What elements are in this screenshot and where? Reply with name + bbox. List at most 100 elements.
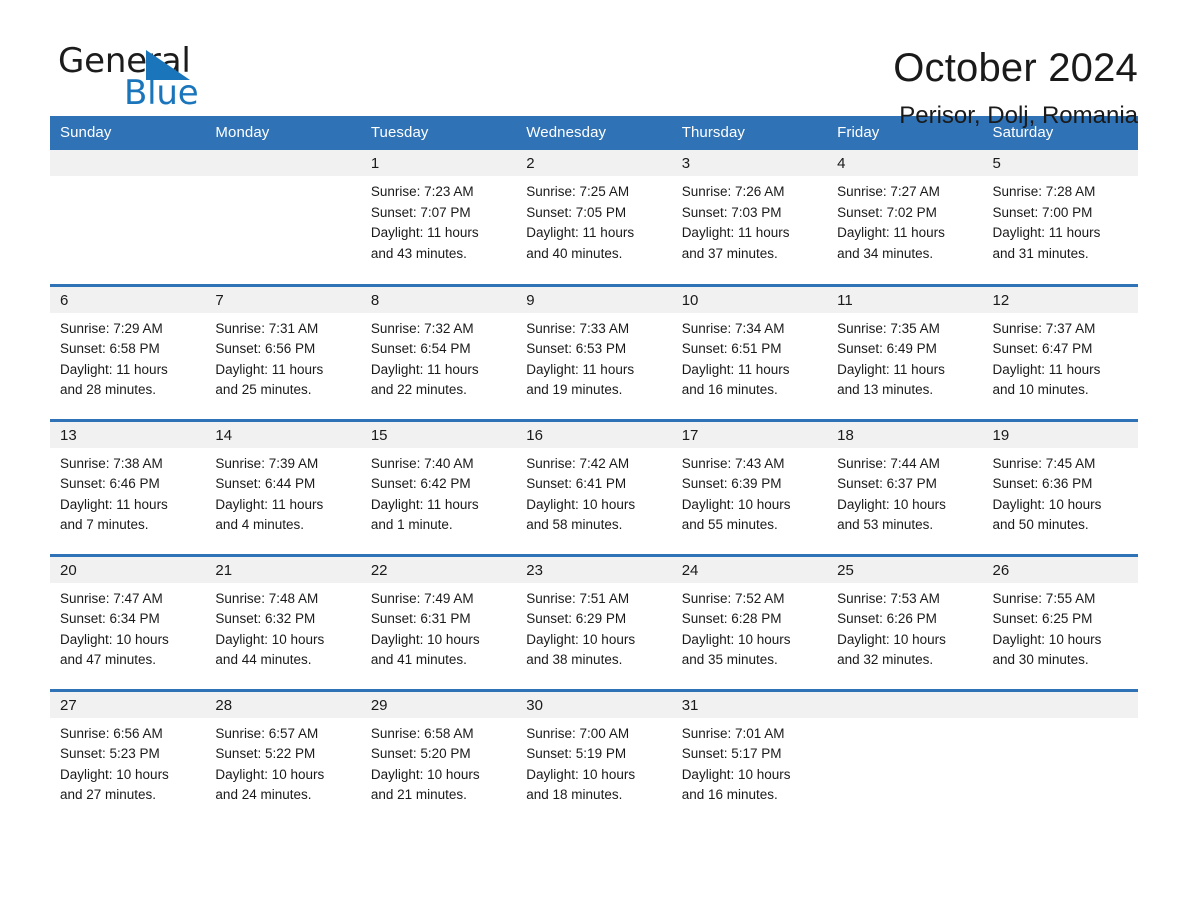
calendar-week-row: 27 Sunrise: 6:56 AM Sunset: 5:23 PM Dayligh… (50, 690, 1138, 825)
daylight-duration-line1: Daylight: 11 hours (370, 496, 479, 512)
sunrise-time: Sunrise: 7:35 AM (837, 320, 940, 336)
day-number: 12 (982, 286, 1138, 313)
sunset-time: Sunset: 7:05 PM (526, 204, 627, 220)
daylight-duration-line1: Daylight: 11 hours (681, 361, 790, 377)
sunrise-time: Sunrise: 7:43 AM (681, 455, 785, 471)
brand-logo[interactable]: General Blue (50, 44, 240, 116)
calendar-day-cell[interactable]: 21 Sunrise: 7:48 AM Sunset: 6:32 PM Dayligh… (205, 555, 361, 690)
sunset-time: Sunset: 6:32 PM (215, 611, 316, 627)
sunrise-time: Sunrise: 7:51 AM (526, 590, 630, 606)
calendar-day-cell[interactable]: 10 Sunrise: 7:34 AM Sunset: 6:51 PM Dayligh… (671, 285, 828, 420)
sunrise-time: Sunrise: 7:25 AM (526, 184, 630, 199)
calendar-day-cell[interactable]: 18 Sunrise: 7:44 AM Sunset: 6:37 PM Dayligh… (827, 420, 983, 555)
calendar-day-cell[interactable]: 28 Sunrise: 6:57 AM Sunset: 5:22 PM Dayligh… (205, 690, 361, 825)
daylight-duration-line2: and 58 minutes. (526, 517, 623, 533)
day-details: Sunrise: 7:37 AM Sunset: 6:47 PM Daylight:… (983, 313, 1138, 402)
calendar-day-cell[interactable]: 31 Sunrise: 7:01 AM Sunset: 5:17 PM Dayligh… (671, 690, 828, 825)
sunrise-time: Sunrise: 7:38 AM (60, 455, 163, 471)
daylight-duration-line1: Daylight: 11 hours (837, 361, 945, 377)
calendar-day-cell[interactable]: 15 Sunrise: 7:40 AM Sunset: 6:42 PM Dayligh… (360, 420, 517, 555)
day-number: 14 (205, 421, 361, 448)
calendar-day-cell[interactable]: 1 Sunrise: 7:23 AM Sunset: 7:07 PM Daylight… (360, 150, 517, 285)
calendar-day-cell[interactable]: 8 Sunrise: 7:32 AM Sunset: 6:54 PM Daylight… (360, 285, 517, 420)
daylight-duration-line2: and 41 minutes. (370, 652, 467, 668)
sunset-time: Sunset: 7:03 PM (681, 204, 782, 220)
sunset-time: Sunset: 6:58 PM (60, 341, 160, 357)
calendar-day-cell[interactable]: 6 Sunrise: 7:29 AM Sunset: 6:58 PM Daylight… (50, 285, 206, 420)
calendar-week-row: 20 Sunrise: 7:47 AM Sunset: 6:34 PM Dayligh… (50, 555, 1138, 690)
calendar-day-cell[interactable]: 27 Sunrise: 6:56 AM Sunset: 5:23 PM Dayligh… (50, 690, 206, 825)
calendar-day-cell[interactable]: 11 Sunrise: 7:35 AM Sunset: 6:49 PM Dayligh… (827, 285, 983, 420)
daylight-duration-line2: and 44 minutes. (215, 652, 312, 668)
calendar-day-cell[interactable]: 25 Sunrise: 7:53 AM Sunset: 6:26 PM Dayligh… (827, 555, 983, 690)
calendar-day-cell[interactable]: 26 Sunrise: 7:55 AM Sunset: 6:25 PM Dayligh… (982, 555, 1138, 690)
day-number: 11 (827, 286, 983, 313)
day-details: Sunrise: 7:31 AM Sunset: 6:56 PM Daylight:… (205, 313, 360, 402)
daylight-duration-line2: and 32 minutes. (837, 652, 934, 668)
calendar-day-cell[interactable]: 19 Sunrise: 7:45 AM Sunset: 6:36 PM Dayligh… (982, 420, 1138, 555)
day-number: 25 (827, 556, 983, 583)
daylight-duration-line2: and 22 minutes. (370, 382, 467, 398)
sunrise-time: Sunrise: 6:56 AM (60, 725, 163, 741)
day-number: 4 (827, 150, 983, 176)
calendar-day-cell[interactable]: 16 Sunrise: 7:42 AM Sunset: 6:41 PM Dayligh… (516, 420, 672, 555)
calendar-day-cell[interactable]: 9 Sunrise: 7:33 AM Sunset: 6:53 PM Daylight… (516, 285, 672, 420)
day-details: Sunrise: 7:35 AM Sunset: 6:49 PM Daylight:… (827, 313, 982, 402)
day-number: 7 (205, 286, 361, 313)
calendar-day-cell[interactable]: 14 Sunrise: 7:39 AM Sunset: 6:44 PM Dayligh… (205, 420, 361, 555)
page-header: General Blue October 2024 Perisor, Dolj,… (50, 0, 1138, 129)
calendar-day-cell-empty (205, 150, 361, 285)
day-number: 16 (516, 421, 672, 448)
sunset-time: Sunset: 6:36 PM (992, 476, 1093, 492)
weekday-header-sunday: Sunday (50, 116, 206, 150)
calendar-day-cell[interactable]: 20 Sunrise: 7:47 AM Sunset: 6:34 PM Dayligh… (50, 555, 206, 690)
daylight-duration-line2: and 31 minutes. (992, 245, 1089, 261)
daylight-duration-line1: Daylight: 10 hours (526, 496, 636, 512)
sunset-time: Sunset: 6:34 PM (60, 611, 160, 627)
sunset-time: Sunset: 6:39 PM (681, 476, 782, 492)
sunset-time: Sunset: 6:26 PM (837, 611, 937, 627)
daylight-duration-line2: and 27 minutes. (60, 787, 157, 803)
calendar-day-cell[interactable]: 13 Sunrise: 7:38 AM Sunset: 6:46 PM Dayligh… (50, 420, 206, 555)
daylight-duration-line1: Daylight: 11 hours (215, 496, 324, 512)
day-details: Sunrise: 7:39 AM Sunset: 6:44 PM Daylight:… (205, 448, 360, 537)
sunrise-time: Sunrise: 7:52 AM (681, 590, 785, 606)
daylight-duration-line1: Daylight: 10 hours (526, 766, 636, 782)
calendar-day-cell[interactable]: 17 Sunrise: 7:43 AM Sunset: 6:39 PM Dayligh… (671, 420, 828, 555)
sunrise-time: Sunrise: 7:28 AM (992, 184, 1096, 199)
sunrise-time: Sunrise: 7:27 AM (837, 184, 940, 199)
daylight-duration-line1: Daylight: 11 hours (837, 225, 945, 241)
sunrise-time: Sunrise: 7:29 AM (60, 320, 163, 336)
day-details: Sunrise: 7:52 AM Sunset: 6:28 PM Daylight:… (672, 583, 827, 672)
calendar-day-cell[interactable]: 12 Sunrise: 7:37 AM Sunset: 6:47 PM Dayligh… (982, 285, 1138, 420)
daylight-duration-line1: Daylight: 11 hours (215, 361, 324, 377)
daylight-duration-line2: and 4 minutes. (215, 517, 304, 533)
calendar-day-cell[interactable]: 22 Sunrise: 7:49 AM Sunset: 6:31 PM Dayligh… (360, 555, 517, 690)
daylight-duration-line2: and 19 minutes. (526, 382, 623, 398)
daylight-duration-line2: and 16 minutes. (681, 787, 778, 803)
calendar-day-cell[interactable]: 3 Sunrise: 7:26 AM Sunset: 7:03 PM Daylight… (671, 150, 828, 285)
calendar-day-cell[interactable]: 4 Sunrise: 7:27 AM Sunset: 7:02 PM Daylight… (827, 150, 983, 285)
sunrise-time: Sunrise: 7:47 AM (60, 590, 163, 606)
sunset-time: Sunset: 7:07 PM (370, 204, 471, 220)
day-number: 9 (516, 286, 672, 313)
calendar-day-cell[interactable]: 29 Sunrise: 6:58 AM Sunset: 5:20 PM Dayligh… (360, 690, 517, 825)
calendar-day-cell[interactable]: 23 Sunrise: 7:51 AM Sunset: 6:29 PM Dayligh… (516, 555, 672, 690)
sunset-time: Sunset: 6:31 PM (370, 611, 471, 627)
day-details: Sunrise: 7:44 AM Sunset: 6:37 PM Daylight:… (827, 448, 982, 537)
calendar-day-cell[interactable]: 24 Sunrise: 7:52 AM Sunset: 6:28 PM Dayligh… (671, 555, 828, 690)
calendar-week-row: 6 Sunrise: 7:29 AM Sunset: 6:58 PM Daylight… (50, 285, 1138, 420)
day-number: 15 (360, 421, 517, 448)
day-details: Sunrise: 7:38 AM Sunset: 6:46 PM Daylight:… (50, 448, 205, 537)
calendar-day-cell[interactable]: 7 Sunrise: 7:31 AM Sunset: 6:56 PM Daylight… (205, 285, 361, 420)
calendar-day-cell[interactable]: 30 Sunrise: 7:00 AM Sunset: 5:19 PM Dayligh… (516, 690, 672, 825)
day-number: 23 (516, 556, 672, 583)
sunrise-time: Sunrise: 7:53 AM (837, 590, 940, 606)
day-details: Sunrise: 7:01 AM Sunset: 5:17 PM Daylight:… (672, 718, 827, 807)
sunset-time: Sunset: 5:17 PM (681, 746, 782, 762)
daylight-duration-line2: and 30 minutes. (992, 652, 1089, 668)
calendar-day-cell[interactable]: 5 Sunrise: 7:28 AM Sunset: 7:00 PM Daylight… (982, 150, 1138, 285)
sunrise-time: Sunrise: 7:55 AM (992, 590, 1096, 606)
calendar-day-cell[interactable]: 2 Sunrise: 7:25 AM Sunset: 7:05 PM Daylight… (516, 150, 672, 285)
daylight-duration-line2: and 55 minutes. (681, 517, 778, 533)
